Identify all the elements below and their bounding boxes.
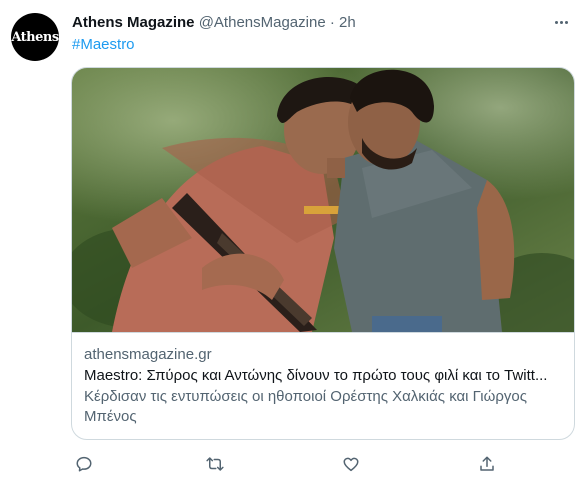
link-preview-card[interactable]: athensmagazine.gr Maestro: Σπύρος και Αν…	[71, 67, 575, 440]
avatar[interactable]: Athens	[11, 13, 59, 61]
card-title[interactable]: Maestro: Σπύρος και Αντώνης δίνουν το πρ…	[84, 366, 564, 385]
athens-logo: Athens	[11, 27, 59, 45]
author-name[interactable]: Athens Magazine	[72, 14, 195, 31]
share-icon	[480, 456, 494, 471]
card-body: athensmagazine.gr Maestro: Σπύρος και Αν…	[72, 332, 574, 427]
tweet-timestamp[interactable]: 2h	[339, 14, 356, 31]
retweet-button[interactable]	[203, 452, 227, 476]
reply-button[interactable]	[72, 452, 96, 476]
tweet-header: Athens Magazine @AthensMagazine · 2h	[72, 13, 543, 33]
hashtag-link[interactable]: #Maestro	[72, 35, 135, 55]
reply-icon	[76, 456, 92, 472]
tweet-actions	[72, 452, 502, 476]
avatar-logo-text: Athens	[11, 29, 59, 45]
share-button[interactable]	[475, 452, 499, 476]
like-button[interactable]	[339, 452, 363, 476]
author-handle[interactable]: @AthensMagazine	[199, 14, 326, 31]
retweet-icon	[206, 457, 224, 471]
more-options-icon[interactable]	[549, 12, 573, 32]
like-icon	[343, 457, 359, 472]
separator-dot: ·	[329, 14, 335, 31]
card-image[interactable]	[72, 68, 575, 332]
tweet[interactable]: Athens Athens Magazine @AthensMagazine ·…	[0, 0, 583, 489]
card-description: Κέρδισαν τις εντυπώσεις οι ηθοποιοί Ορέσ…	[84, 388, 527, 425]
card-domain: athensmagazine.gr	[84, 346, 212, 363]
